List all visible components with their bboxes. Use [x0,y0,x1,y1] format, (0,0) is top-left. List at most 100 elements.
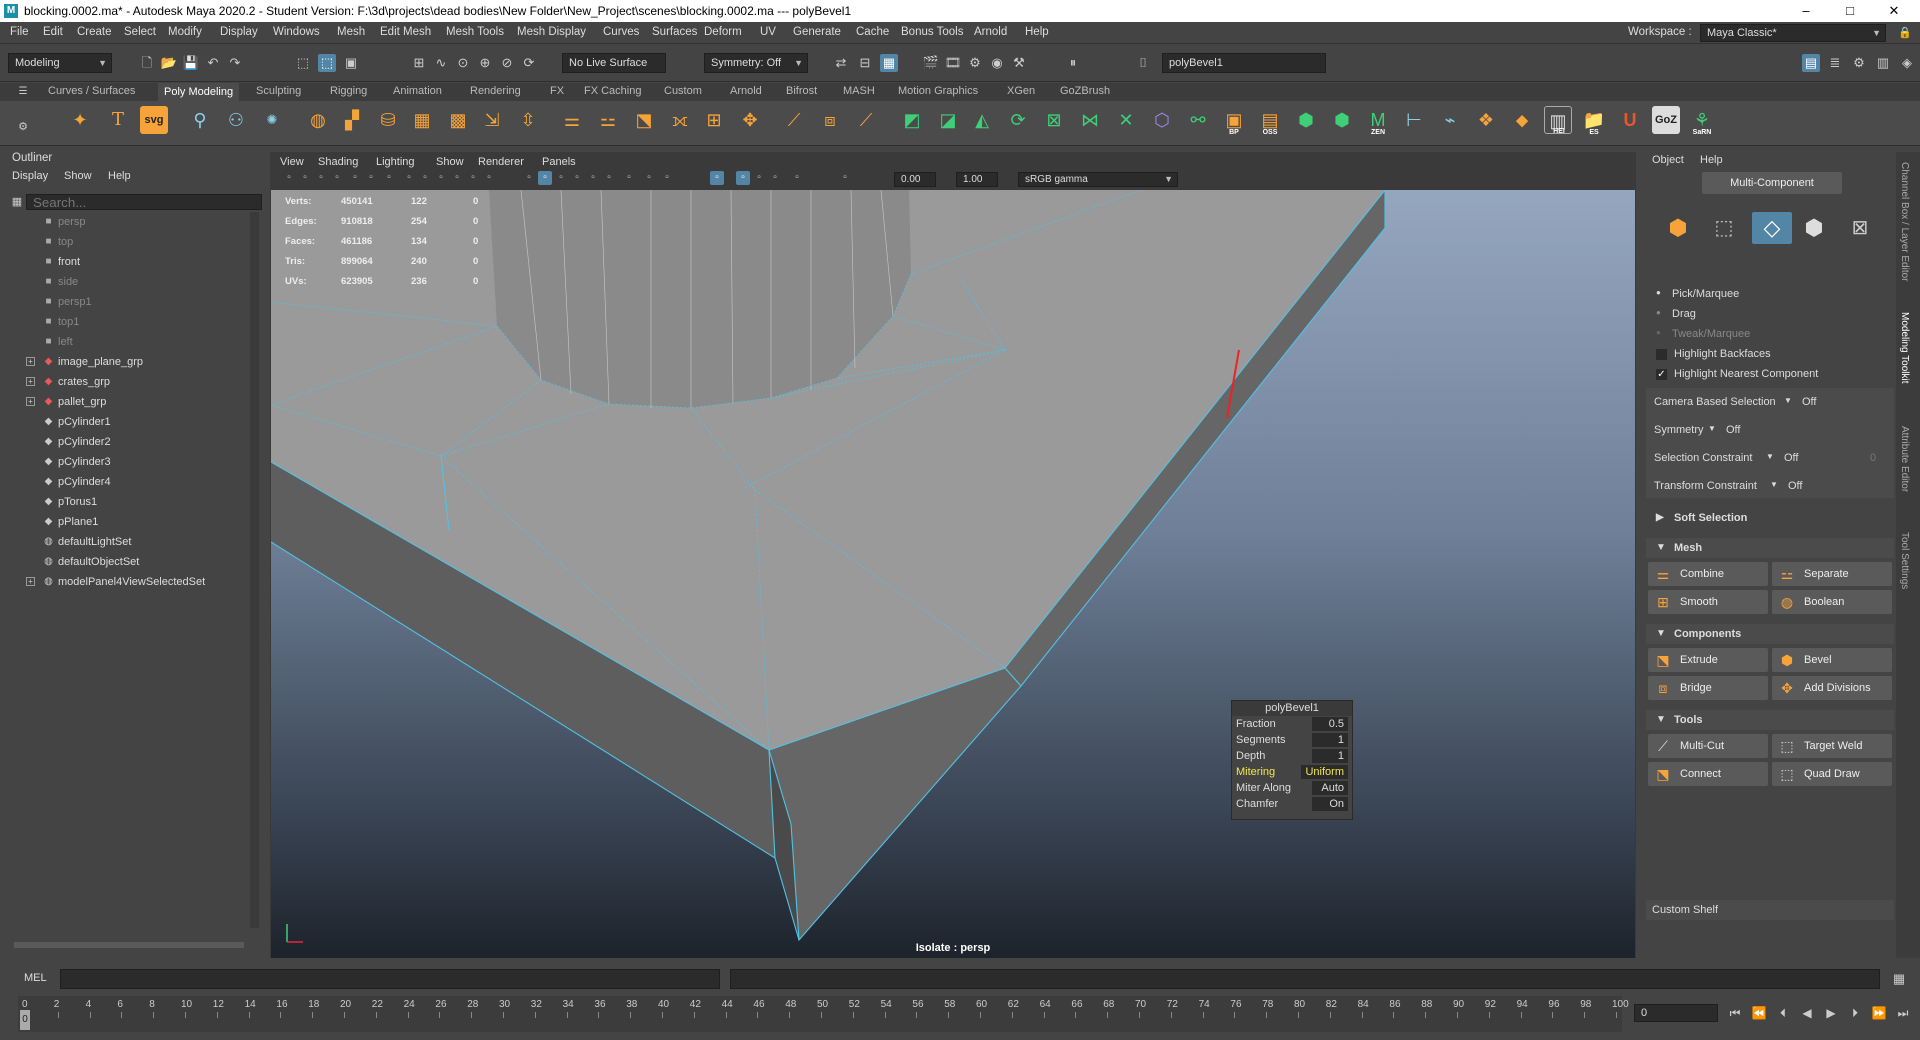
attribute-editor-icon[interactable]: ≣ [1826,54,1844,72]
outliner-item[interactable]: ■ persp1 [4,292,249,312]
slice-icon[interactable]: ⚯ [1184,106,1212,134]
redo-icon[interactable]: ↷ [226,54,244,72]
radio-off-icon[interactable]: ● [1656,308,1661,317]
chevron-down-icon[interactable]: ▼ [1784,396,1792,405]
step-forward-key-icon[interactable]: ⏩ [1870,1004,1888,1022]
resolution-gate-icon[interactable]: ▫ [434,171,448,185]
viewport-menu-lighting[interactable]: Lighting [376,156,415,168]
poly-helix-icon[interactable]: ⇳ [514,106,542,134]
tools-section[interactable]: ▼ Tools [1646,710,1894,730]
play-backward-icon[interactable]: ◀ [1798,1004,1816,1022]
menu-edit[interactable]: Edit [43,26,63,38]
viewport-menu-renderer[interactable]: Renderer [478,156,524,168]
bevel-attr-value[interactable]: 1 [1312,749,1348,763]
shelf-tab-motion-graphics[interactable]: Motion Graphics [898,85,978,97]
add-divisions-button[interactable]: ✥ Add Divisions [1772,676,1892,700]
boolean-button[interactable]: ◍ Boolean [1772,590,1892,614]
soft-selection-section[interactable]: ▶ Soft Selection [1646,508,1894,528]
xray-joints-icon[interactable]: ▫ [768,171,782,185]
smooth-icon[interactable]: ⊞ [700,106,728,134]
chevron-down-icon[interactable]: ▼ [1766,452,1774,461]
shelf-tab-arnold[interactable]: Arnold [730,85,762,97]
outliner-scrollbar[interactable] [250,212,259,928]
menu-create[interactable]: Create [77,26,112,38]
make-live-icon[interactable]: ⟳ [520,54,538,72]
xray-active-icon[interactable]: ▫ [752,171,766,185]
menu-edit-mesh[interactable]: Edit Mesh [380,26,431,38]
gate-mask-icon[interactable]: ▫ [450,171,464,185]
separate-icon[interactable]: ⚍ [594,106,622,134]
outliner-search-input[interactable] [26,194,262,210]
channel-box-icon[interactable]: ▥ [1874,54,1892,72]
exposure-field[interactable]: 0.00 [894,172,936,187]
shelf-tab-bifrost[interactable]: Bifrost [786,85,817,97]
poly-cube-icon[interactable]: ▞ [338,106,366,134]
distribute-icon[interactable]: ❖ [1472,106,1500,134]
wireframe-cube-icon[interactable]: ⬡ [1148,106,1176,134]
chevron-down-icon[interactable]: ▼ [1708,424,1716,433]
multi-cut-icon[interactable]: ◩ [898,106,926,134]
workspace-select[interactable]: Maya Classic* ▼ [1700,24,1886,42]
isolate-select-icon[interactable]: ▫ [710,171,724,185]
reduce-icon[interactable]: ✥ [736,106,764,134]
text-tool-icon[interactable]: T [104,106,132,134]
transfer-icon[interactable]: ⬢ [1292,106,1320,134]
pause-icon[interactable]: ⏸ [1064,54,1082,72]
selection-constraint-label[interactable]: Selection Constraint [1654,452,1752,464]
outliner-item[interactable]: ■ top1 [4,312,249,332]
merge-icon[interactable]: ⋈ [1076,106,1104,134]
command-language-label[interactable]: MEL [24,972,47,984]
outliner-item[interactable]: ■ persp [4,212,249,232]
outliner-item[interactable]: ◍ defaultObjectSet [4,552,249,572]
menu-generate[interactable]: Generate [793,26,841,38]
viewport-menu-panels[interactable]: Panels [542,156,576,168]
outliner-filter-icon[interactable]: ▦ [8,193,26,211]
color-space-select[interactable]: sRGB gamma ▼ [1018,172,1178,187]
camera-selection-label[interactable]: Camera Based Selection [1654,396,1776,408]
bevel-attr-value[interactable]: Auto [1312,781,1348,795]
ipr-render-icon[interactable]: 🎞 [944,54,962,72]
insert-edge-loop-icon[interactable]: ◪ [934,106,962,134]
layer-editor-icon[interactable]: ◈ [1898,54,1916,72]
bookmark-icon[interactable]: ▫ [330,171,344,185]
extrude-button[interactable]: ⬔ Extrude [1648,648,1768,672]
film-gate-icon[interactable]: ▫ [418,171,432,185]
radio-on-icon[interactable]: ● [1656,288,1661,297]
snap-curve-icon[interactable]: ∿ [432,54,450,72]
menu-select[interactable]: Select [124,26,156,38]
arnold-render-icon[interactable]: ⚒ [1010,54,1028,72]
outliner-item[interactable]: + ◍ modelPanel4ViewSelectedSet [4,572,249,592]
select-tool-icon[interactable]: ⬚ [294,54,312,72]
transform-constraint-label[interactable]: Transform Constraint [1654,480,1757,492]
step-back-frame-icon[interactable]: ⏴ [1774,1004,1792,1022]
step-back-key-icon[interactable]: ⏪ [1750,1004,1768,1022]
toolkit-menu-help[interactable]: Help [1700,154,1723,166]
shadows-icon[interactable]: ▫ [586,171,600,185]
shelf-tab-fx[interactable]: FX [550,85,564,97]
xray-icon[interactable]: ▫ [736,171,750,185]
shelf-tab-sculpting[interactable]: Sculpting [256,85,301,97]
outliner-menu-show[interactable]: Show [64,170,92,182]
bp-plugin-icon[interactable]: ▣ BP [1220,106,1248,136]
go-to-end-icon[interactable]: ⏭ [1894,1004,1912,1022]
expand-icon[interactable]: + [26,397,35,406]
outliner-item[interactable]: ■ left [4,332,249,352]
gamma-field[interactable]: 1.00 [956,172,998,187]
menu-deform[interactable]: Deform [704,26,742,38]
menu-file[interactable]: File [10,26,29,38]
outliner-item[interactable]: ◆ pCylinder2 [4,432,249,452]
field-chart-icon[interactable]: ▫ [466,171,480,185]
append-polygon-icon[interactable]: ⟳ [1004,106,1032,134]
bevel-row-chamfer[interactable]: Chamfer On [1232,796,1352,812]
poly-pipe-icon[interactable]: ⇲ [478,106,506,134]
poly-plane-icon[interactable]: ▦ [408,106,436,134]
show-modeling-toolkit-icon[interactable]: ▤ [1802,54,1820,72]
current-frame-field[interactable]: 0 [1634,1004,1718,1022]
time-slider-track[interactable]: 0 2 4 6 8 10 12 14 16 18 20 22 24 26 28 30 32 34 36 38 40 42 4… [18,996,1629,1032]
bevel-in-view-editor[interactable]: polyBevel1 Fraction 0.5 Segments 1 Depth 1 Mit… [1231,700,1353,820]
camera-select-icon[interactable]: ▫ [282,171,296,185]
menu-mesh-tools[interactable]: Mesh Tools [446,26,504,38]
create-polygon-tool-icon[interactable]: ✦ [66,106,94,134]
render-frame-icon[interactable]: 🎬 [922,54,940,72]
construction-history-icon[interactable]: ⇄ [832,54,850,72]
